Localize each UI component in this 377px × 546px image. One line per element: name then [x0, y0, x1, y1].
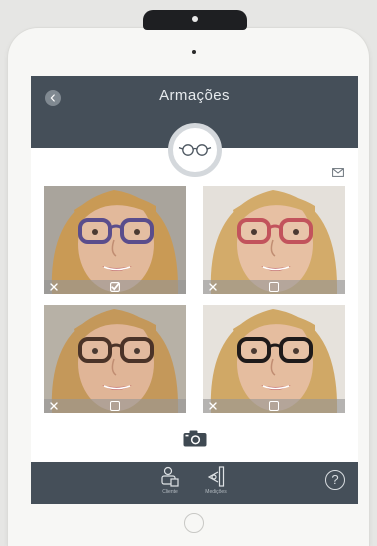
- frame-option-3[interactable]: [44, 305, 186, 413]
- camera-icon[interactable]: [183, 430, 207, 447]
- frame-option-2[interactable]: [203, 186, 345, 294]
- close-icon[interactable]: [208, 401, 218, 411]
- close-icon[interactable]: [49, 282, 59, 292]
- help-button[interactable]: ?: [325, 470, 345, 490]
- front-camera: [192, 50, 196, 54]
- close-icon[interactable]: [208, 282, 218, 292]
- face-photo: [203, 186, 345, 294]
- face-photo: [203, 305, 345, 413]
- footer-item-measurements[interactable]: Medições: [191, 466, 241, 495]
- checkbox-icon[interactable]: [269, 282, 279, 292]
- page-title: Armações: [159, 87, 230, 104]
- face-photo: [44, 186, 186, 294]
- home-button[interactable]: [184, 513, 204, 533]
- checkbox-icon[interactable]: [269, 401, 279, 411]
- checkmark-icon: [110, 282, 120, 292]
- face-photo: [44, 305, 186, 413]
- mail-icon[interactable]: [332, 168, 344, 177]
- tile-action-bar: [203, 280, 345, 294]
- help-icon: ?: [331, 472, 339, 487]
- footer-label-measurements: Medições: [205, 489, 227, 495]
- glasses-badge: [168, 123, 222, 177]
- close-icon[interactable]: [49, 401, 59, 411]
- tile-action-bar: [44, 399, 186, 413]
- measure-icon: [207, 466, 225, 487]
- frame-option-1[interactable]: [44, 186, 186, 294]
- frame-option-4[interactable]: [203, 305, 345, 413]
- checkbox-icon[interactable]: [110, 401, 120, 411]
- tile-action-bar: [44, 280, 186, 294]
- tile-action-bar: [203, 399, 345, 413]
- glasses-icon: [178, 144, 212, 156]
- stage: Armações Cliente Medições ?: [0, 0, 377, 546]
- clip-light: [192, 16, 198, 22]
- checkbox-icon[interactable]: [110, 282, 120, 292]
- client-icon: [161, 466, 179, 487]
- footer-item-client[interactable]: Cliente: [145, 466, 195, 495]
- footer-label-client: Cliente: [162, 489, 178, 495]
- footer-bar: Cliente Medições ?: [31, 462, 358, 504]
- app-screen: Armações Cliente Medições ?: [31, 76, 358, 504]
